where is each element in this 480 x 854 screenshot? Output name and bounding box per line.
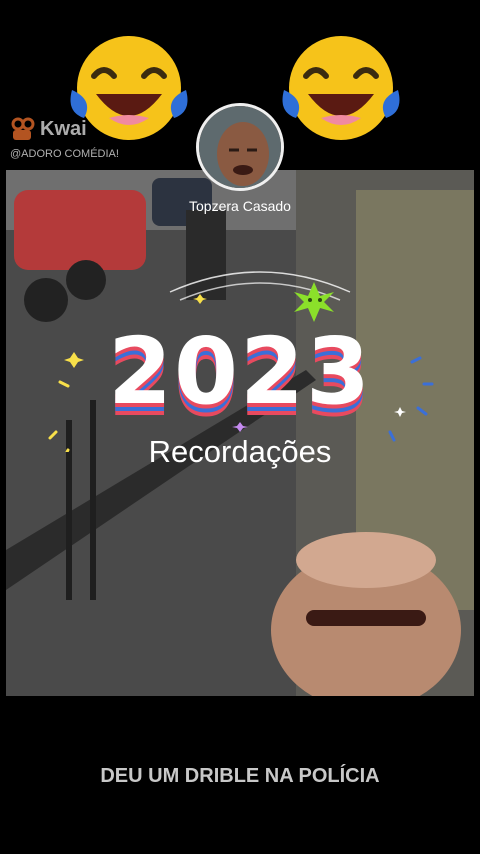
watermark-handle: @ADORO COMÉDIA! — [10, 148, 119, 160]
kwai-logo-icon — [11, 117, 35, 140]
kwai-watermark: Kwai — [10, 116, 87, 142]
creator-avatar[interactable] — [196, 103, 284, 191]
creator-name[interactable]: Topzera Casado — [0, 198, 480, 214]
recollections-subtitle: Recordações — [148, 434, 332, 469]
year-title: 2023 — [107, 318, 373, 425]
video-caption: DEU UM DRIBLE NA POLÍCIA — [100, 765, 380, 787]
laughing-tears-icon — [282, 36, 400, 140]
kwai-brand: Kwai — [40, 117, 87, 140]
